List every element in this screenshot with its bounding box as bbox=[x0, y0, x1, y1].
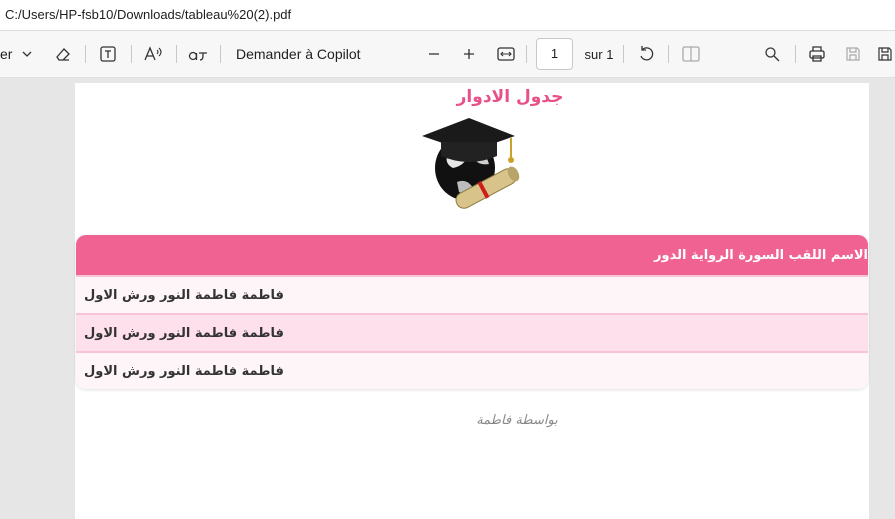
separator bbox=[131, 45, 132, 63]
read-aloud-icon[interactable] bbox=[140, 31, 166, 77]
fit-width-icon[interactable] bbox=[495, 31, 517, 77]
zoom-out-icon[interactable] bbox=[424, 31, 444, 77]
file-path: C:/Users/HP-fsb10/Downloads/tableau%20(2… bbox=[5, 7, 292, 22]
table-row: فاطمة فاطمة النور ورش الاول bbox=[76, 351, 868, 389]
text-box-icon[interactable] bbox=[95, 31, 121, 77]
ask-copilot-button[interactable]: Demander à Copilot bbox=[236, 31, 366, 77]
separator bbox=[668, 45, 669, 63]
separator bbox=[85, 45, 86, 63]
rotate-icon[interactable] bbox=[635, 31, 659, 77]
document-title: جدول الادوار bbox=[456, 87, 564, 107]
separator bbox=[623, 45, 624, 63]
partial-menu-label[interactable]: er bbox=[0, 31, 12, 77]
print-icon[interactable] bbox=[805, 31, 829, 77]
save-icon[interactable] bbox=[841, 31, 865, 77]
table-row: فاطمة فاطمة النور ورش الاول bbox=[76, 275, 868, 313]
address-bar[interactable]: C:/Users/HP-fsb10/Downloads/tableau%20(2… bbox=[0, 0, 895, 31]
search-icon[interactable] bbox=[760, 31, 784, 77]
save-as-icon[interactable] bbox=[877, 31, 895, 77]
zoom-in-icon[interactable] bbox=[459, 31, 479, 77]
separator bbox=[526, 45, 527, 63]
page-view-icon bbox=[679, 31, 703, 77]
page-number-input[interactable]: 1 bbox=[536, 38, 573, 70]
separator bbox=[220, 45, 221, 63]
page-total-label: sur 1 bbox=[584, 46, 614, 62]
separator bbox=[795, 45, 796, 63]
chevron-down-icon[interactable] bbox=[19, 31, 35, 77]
author-credit: بواسطة فاطمة bbox=[476, 413, 558, 428]
roles-table: الاسم اللقب السورة الرواية الدور فاطمة ف… bbox=[76, 235, 868, 389]
separator bbox=[176, 45, 177, 63]
graduation-globe-emblem bbox=[422, 118, 520, 209]
eraser-icon[interactable] bbox=[50, 31, 76, 77]
pdf-page: جدول الادوار الاسم اللقب السورة الرواية … bbox=[75, 83, 869, 519]
table-row: فاطمة فاطمة النور ورش الاول bbox=[76, 313, 868, 351]
table-header: الاسم اللقب السورة الرواية الدور bbox=[76, 235, 868, 275]
translate-icon[interactable] bbox=[185, 31, 211, 77]
pdf-toolbar: er Demander à Copilot 1 sur 1 bbox=[0, 31, 895, 78]
